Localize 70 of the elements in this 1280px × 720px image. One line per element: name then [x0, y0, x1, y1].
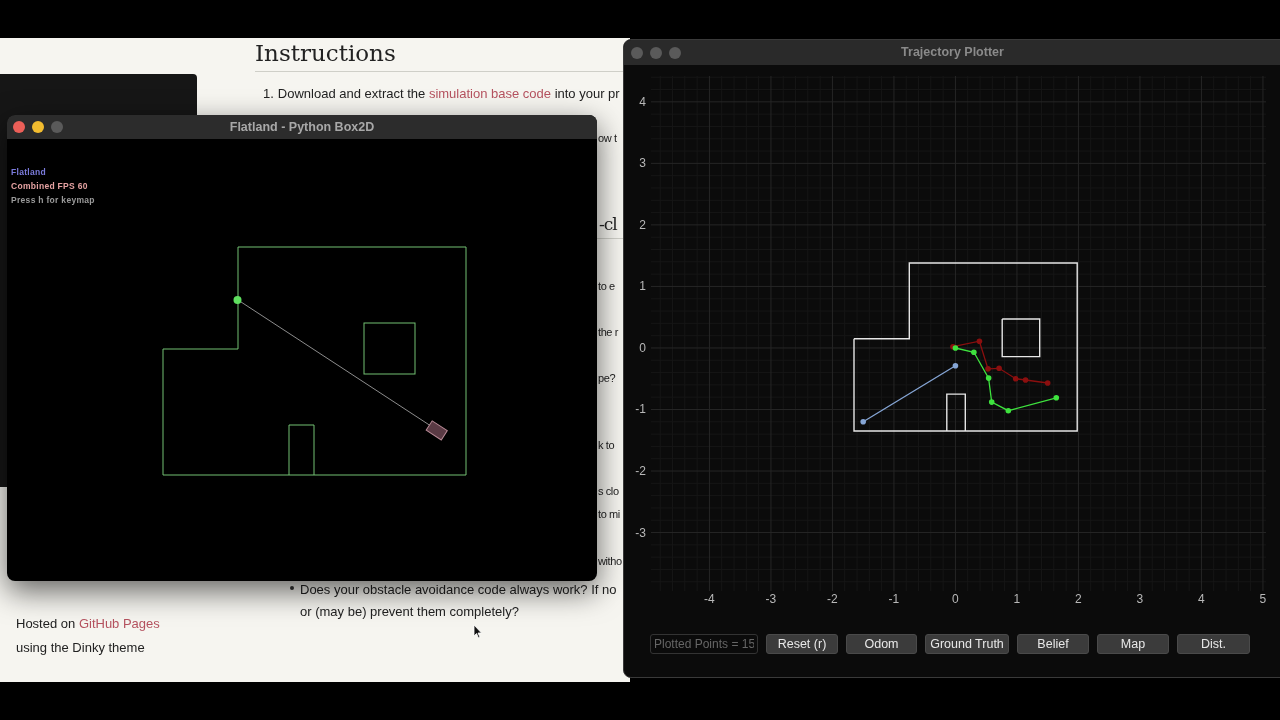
tick-label: -1	[888, 592, 900, 606]
toolbar-button[interactable]: Reset (r)	[766, 634, 838, 654]
obstacle-outline	[363, 322, 416, 375]
close-button[interactable]	[631, 47, 643, 59]
wall-outline	[288, 424, 315, 476]
trajectory-point	[996, 365, 1002, 372]
trajectory-point	[985, 366, 991, 372]
trajectory-point	[1044, 380, 1051, 386]
overlay-text: Press h for keymap	[11, 194, 95, 207]
tick-label: 2	[1075, 592, 1082, 606]
text-fragment: ow t	[598, 131, 617, 146]
points-field[interactable]: Plotted Points = 15	[650, 634, 758, 654]
trajectory-point	[860, 419, 866, 425]
list-number: 1.	[263, 85, 274, 103]
trajectory-point	[952, 363, 959, 369]
overlay-text: Combined FPS 60	[11, 180, 89, 193]
trajectory-point	[1022, 377, 1029, 383]
trajectory-point	[971, 349, 977, 356]
toolbar-button[interactable]: Map	[1097, 634, 1169, 654]
zoom-button[interactable]	[669, 47, 681, 59]
page-heading: Instructions	[255, 39, 397, 67]
link[interactable]: simulation base code	[428, 86, 552, 101]
tick-label: 1	[639, 279, 646, 294]
tick-label: -2	[827, 592, 838, 606]
bullet-icon	[290, 586, 294, 590]
footer-text: using the Dinky theme	[16, 639, 146, 657]
window-title: Flatland - Python Box2D	[229, 118, 375, 136]
text-fragment: witho	[598, 554, 622, 569]
toolbar-button[interactable]: Dist.	[1177, 634, 1250, 654]
tick-label: 3	[639, 156, 646, 171]
instruction-text: Download and extract the simulation base code into your pr	[277, 85, 620, 103]
footer-text: Hosted on GitHub Pages	[16, 615, 160, 633]
link[interactable]: GitHub Pages	[78, 616, 160, 631]
target-dot	[233, 296, 242, 304]
tick-label: 5	[1259, 592, 1267, 606]
text-fragment: pe?	[598, 371, 616, 386]
cursor-icon	[473, 624, 483, 639]
trajectory-point	[976, 338, 983, 344]
trajectory-point	[985, 375, 992, 381]
heading-fragment: -cl	[599, 213, 617, 236]
tick-label: 0	[952, 592, 959, 606]
text-fragment: k to	[598, 438, 615, 453]
text-fragment: the r	[598, 325, 618, 340]
tick-label: -3	[635, 525, 646, 540]
tick-label: 0	[639, 340, 646, 355]
tick-label: -4	[704, 592, 715, 606]
trajectory-point	[988, 399, 995, 405]
text-fragment: s clo	[598, 484, 619, 499]
bullet-text: Does your obstacle avoidance code always work? If no or (may be) prevent them completely?	[300, 581, 617, 621]
tick-label: -1	[635, 402, 646, 417]
trajectory-point	[1005, 407, 1012, 414]
tick-label: 3	[1136, 592, 1144, 606]
close-button[interactable]	[13, 121, 25, 133]
tick-label: 2	[639, 217, 646, 232]
window-title: Trajectory Plotter	[901, 44, 1004, 62]
toolbar-button[interactable]: Odom	[846, 634, 917, 654]
trajectory-point	[1012, 375, 1019, 382]
tick-label: -3	[765, 592, 777, 606]
text-fragment: to e	[598, 279, 615, 294]
text-fragment: to mi	[598, 507, 620, 522]
toolbar-button[interactable]: Ground Truth	[925, 634, 1009, 654]
zoom-button[interactable]	[51, 121, 63, 133]
tick-label: -2	[635, 464, 646, 478]
overlay-text: Flatland	[11, 166, 47, 179]
tick-label: 1	[1013, 592, 1021, 606]
tick-label: 4	[1198, 592, 1205, 606]
toolbar-button[interactable]: Belief	[1017, 634, 1089, 654]
tick-label: 4	[639, 94, 646, 109]
trajectory-point	[1053, 395, 1060, 401]
minimize-button[interactable]	[32, 121, 44, 133]
